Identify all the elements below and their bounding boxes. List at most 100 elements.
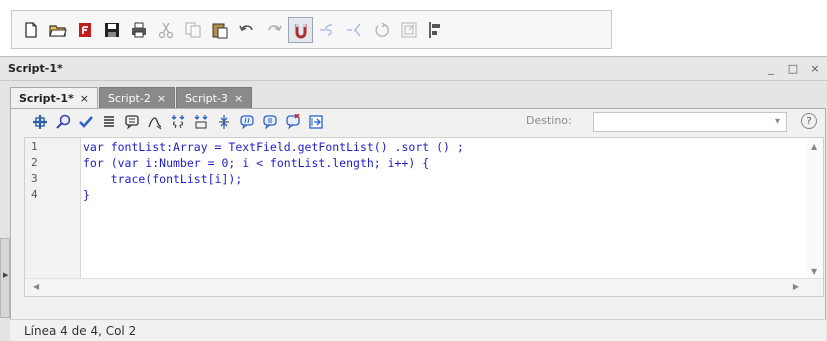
line-number: 2 [31,156,38,169]
print-button[interactable] [126,17,151,43]
smooth-icon [319,23,332,36]
apply-block-comment-button[interactable] [236,111,258,133]
code-hint-button[interactable] [121,111,143,133]
destino-select[interactable]: ▾ [593,112,787,132]
save-button[interactable] [99,17,124,43]
new-document-button[interactable] [18,17,43,43]
window-controls: _ □ × [765,62,821,75]
new-document-icon [24,21,37,38]
copy-button[interactable] [180,17,205,43]
flash-file-icon [78,22,91,37]
tab-close-icon[interactable]: × [157,92,166,105]
code-line[interactable]: for (var i:Number = 0; i < fontList.leng… [83,156,429,170]
chevron-down-icon: ▾ [774,116,780,127]
tab-script-1[interactable]: Script-1* × [10,87,98,109]
paste-icon [212,23,227,38]
open-folder-icon [48,24,67,37]
collapse-selection-button[interactable] [190,111,212,133]
editor-frame: Destino: ▾ ? 1 2 3 4 var fontList:Array … [10,108,826,341]
toolbox-toggle-handle[interactable]: ▶ [0,238,10,318]
redo-button[interactable] [261,17,286,43]
line-number-gutter: 1 2 3 4 [25,138,81,280]
expand-all-icon [219,115,229,129]
align-icon [428,21,440,38]
main-toolbar [11,10,612,49]
remove-comment-icon [286,114,300,130]
tab-label: Script-3 [185,91,228,105]
auto-format-button[interactable] [98,111,120,133]
snap-to-objects-icon [295,23,306,38]
destino-label: Destino: [526,114,572,127]
apply-line-comment-icon [263,115,277,130]
tab-script-2[interactable]: Script-2 × [98,87,176,109]
apply-block-comment-icon [240,115,254,130]
code-line[interactable]: } [83,188,90,202]
status-bar: Línea 4 de 4, Col 2 [10,319,826,341]
line-number: 4 [31,188,38,201]
rotate-button[interactable] [369,17,394,43]
check-syntax-icon [79,116,93,128]
collapse-selection-icon [194,115,208,129]
tab-script-3[interactable]: Script-3 × [176,87,253,109]
undo-button[interactable] [234,17,259,43]
tab-close-icon[interactable]: × [80,92,89,105]
cut-icon [158,22,173,38]
apply-line-comment-button[interactable] [259,111,281,133]
show-hide-toolbox-button[interactable] [305,111,327,133]
find-icon [56,114,71,129]
minimize-icon[interactable]: _ [765,62,777,75]
check-syntax-button[interactable] [75,111,97,133]
scroll-down-icon[interactable]: ▼ [811,267,817,276]
expand-arrow-icon: ▶ [3,271,9,279]
tab-label: Script-2 [107,91,151,105]
align-button[interactable] [423,17,448,43]
code-line[interactable]: var fontList:Array = TextField.getFontLi… [83,140,464,154]
paste-button[interactable] [207,17,232,43]
find-button[interactable] [52,111,74,133]
script-toolbar: Destino: ▾ ? [11,109,825,135]
code-line[interactable]: trace(fontList[i]); [83,172,243,186]
maximize-icon[interactable]: □ [787,62,799,75]
print-icon [131,22,146,37]
add-item-button[interactable] [29,111,51,133]
save-icon [104,22,119,37]
rotate-icon [375,21,389,37]
redo-icon [267,24,282,31]
undo-icon [238,24,253,31]
code-editor[interactable]: 1 2 3 4 var fontList:Array = TextField.g… [24,137,824,297]
show-hide-toolbox-icon [309,115,323,129]
close-icon[interactable]: × [809,62,821,75]
copy-icon [185,22,200,37]
script-tabs: Script-1* × Script-2 × Script-3 × [10,87,253,109]
remove-comment-button[interactable] [282,111,304,133]
straighten-icon [346,23,361,36]
debug-options-icon [148,117,162,130]
collapse-between-braces-button[interactable] [167,111,189,133]
scale-button[interactable] [396,17,421,43]
straighten-button[interactable] [342,17,367,43]
cursor-position: Línea 4 de 4, Col 2 [24,324,137,338]
cut-button[interactable] [153,17,178,43]
expand-all-button[interactable] [213,111,235,133]
vertical-scrollbar[interactable]: ▲ ▼ [807,138,823,280]
scroll-left-icon[interactable]: ◀ [33,282,39,291]
snap-to-objects-button[interactable] [288,16,313,43]
scroll-right-icon[interactable]: ▶ [793,282,799,291]
help-button[interactable]: ? [801,113,817,129]
code-hint-icon [125,115,139,130]
debug-options-button[interactable] [144,111,166,133]
collapse-between-braces-icon [171,115,185,129]
panel-title: Script-1* [8,62,63,75]
open-button[interactable] [45,17,70,43]
add-item-icon [33,115,47,129]
scroll-up-icon[interactable]: ▲ [811,142,817,151]
auto-format-icon [104,116,114,127]
horizontal-scrollbar[interactable]: ◀ ▶ [25,278,823,296]
line-number: 3 [31,172,38,185]
smooth-button[interactable] [315,17,340,43]
tab-label: Script-1* [19,91,74,105]
scale-icon [401,22,416,37]
panel-header: Script-1* _ □ × [0,57,827,81]
tab-close-icon[interactable]: × [234,92,243,105]
flash-file-button[interactable] [72,17,97,43]
